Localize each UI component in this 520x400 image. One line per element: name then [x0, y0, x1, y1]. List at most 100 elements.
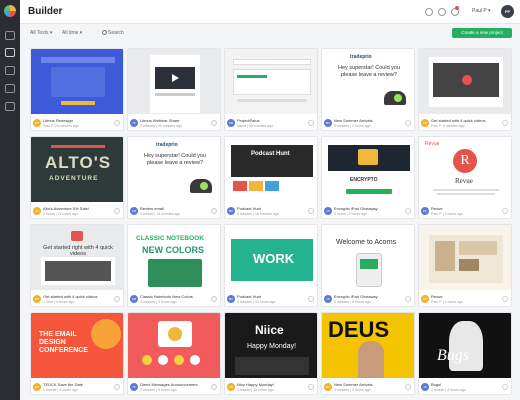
app-logo-icon[interactable]	[4, 5, 16, 17]
project-card[interactable]: tradeprio Hey superstar! Could you pleas…	[321, 48, 415, 131]
card-avatar: PP	[33, 295, 41, 303]
select-checkbox[interactable]	[211, 120, 217, 126]
filter-bar: All Tests ▾ All time ▾ Create a new proj…	[20, 24, 520, 42]
card-name: Nicy Happy Monday!	[237, 382, 274, 387]
select-checkbox[interactable]	[211, 296, 217, 302]
thumbnail	[419, 49, 511, 114]
select-checkbox[interactable]	[405, 120, 411, 126]
select-checkbox[interactable]	[114, 120, 120, 126]
tests-filter[interactable]: All Tests ▾	[30, 30, 52, 36]
card-avatar: MK	[227, 207, 235, 215]
project-card[interactable]: Get started right with 4 quick videos PP…	[30, 224, 124, 307]
select-checkbox[interactable]	[502, 384, 508, 390]
project-card[interactable]: Niice Happy Monday! AB Nicy Happy Monday!…	[224, 312, 318, 395]
thumbnail: Bugs	[419, 313, 511, 378]
card-name: Revue	[431, 206, 443, 211]
card-name: Encrypto iPad Giveaway	[334, 206, 378, 211]
project-card[interactable]: PP Revue Paul P. | 4 hours ago	[418, 224, 512, 307]
project-card[interactable]: DEUS MK New Summer Arrivals 4 minutes | 3 …	[321, 312, 415, 395]
select-checkbox[interactable]	[502, 120, 508, 126]
select-checkbox[interactable]	[405, 208, 411, 214]
thumbnail	[419, 225, 511, 290]
select-checkbox[interactable]	[502, 208, 508, 214]
select-checkbox[interactable]	[308, 208, 314, 214]
user-menu[interactable]: Paul P ▾	[472, 8, 491, 14]
project-card[interactable]: tradeprio Hey superstar! Could you pleas…	[127, 136, 221, 219]
select-checkbox[interactable]	[114, 208, 120, 214]
card-name: Alto's Adventure 5% Sale!	[43, 206, 89, 211]
card-time: 1 minute | 4 hours ago	[431, 388, 466, 392]
card-avatar: AB	[130, 295, 138, 303]
thumbnail: CLASSIC NOTEBOOK NEW COLORS	[128, 225, 220, 290]
project-card[interactable]: AB ProjectPalus Name | 60 minutes ago	[224, 48, 318, 131]
project-card[interactable]: Revue R Revue PP Revue Paul P. | 2 hours a…	[418, 136, 512, 219]
search-input[interactable]	[108, 28, 228, 37]
select-checkbox[interactable]	[211, 384, 217, 390]
time-filter[interactable]: All time ▾	[62, 30, 82, 36]
thumbnail: ALTO'S ADVENTURE	[31, 137, 123, 202]
select-checkbox[interactable]	[211, 208, 217, 214]
card-time: 4 minutes | 3 hours ago	[140, 300, 177, 304]
project-card[interactable]: Bugs JK Bugs! 1 minute | 4 hours ago	[418, 312, 512, 395]
card-name: Podcast Hunt	[237, 294, 262, 299]
thumbnail	[31, 49, 123, 114]
card-avatar: PP	[421, 295, 429, 303]
project-card[interactable]: JK Litmus Webinar Share 2 minutes | 20 min…	[127, 48, 221, 131]
select-checkbox[interactable]	[308, 296, 314, 302]
thumbnail: Welcome to Acorns	[322, 225, 414, 290]
create-project-button[interactable]: Create a new project	[452, 28, 512, 38]
avatar[interactable]: PP	[501, 5, 514, 18]
thumbnail	[128, 49, 220, 114]
user-icon[interactable]	[438, 8, 446, 16]
card-avatar: PP	[421, 207, 429, 215]
card-name: Revue	[431, 294, 443, 299]
project-card[interactable]: Podcast Hunt MK Podcast Hunt 4 minutes | 1…	[224, 136, 318, 219]
card-avatar: PP	[33, 383, 41, 391]
select-checkbox[interactable]	[308, 384, 314, 390]
project-card[interactable]: PP Get started with 4 quick videos Paul P.…	[418, 48, 512, 131]
project-card[interactable]: PP Litmus Redesign Paul P. 20 minutes ago	[30, 48, 124, 131]
card-time: 4 minutes | 2 hours ago	[334, 124, 371, 128]
card-avatar: MK	[227, 295, 235, 303]
card-name: Review email	[140, 206, 164, 211]
project-card[interactable]: CLASSIC NOTEBOOK NEW COLORS AB Classic No…	[127, 224, 221, 307]
project-card[interactable]: THE EMAIL DESIGN CONFERENCE PP TEDCK Save…	[30, 312, 124, 395]
select-checkbox[interactable]	[405, 296, 411, 302]
analytics-icon[interactable]	[5, 84, 15, 93]
card-name: ProjectPalus	[237, 118, 260, 123]
card-avatar: JK	[421, 383, 429, 391]
project-card[interactable]: ENCRYPTO JK Encrypto iPad Giveaway 4 hours…	[321, 136, 415, 219]
card-time: Paul P. 20 minutes ago	[43, 124, 79, 128]
chat-icon[interactable]	[5, 102, 15, 111]
project-card[interactable]: JK Direct Messages Announcement 2 minutes …	[127, 312, 221, 395]
thumbnail: Get started right with 4 quick videos	[31, 225, 123, 290]
thumbnail: Revue R Revue	[419, 137, 511, 202]
select-checkbox[interactable]	[308, 120, 314, 126]
project-card[interactable]: WORK MK Podcast Hunt 4 minutes | 15 hours …	[224, 224, 318, 307]
card-time: 4 hours | 2 hours ago	[334, 212, 368, 216]
sidebar	[0, 0, 20, 400]
settings-icon[interactable]	[425, 8, 433, 16]
card-avatar: MK	[324, 119, 332, 127]
card-name: Encrypto iPad Giveaway	[334, 294, 378, 299]
select-checkbox[interactable]	[114, 296, 120, 302]
card-avatar: AB	[227, 119, 235, 127]
thumbnail: tradeprio Hey superstar! Could you pleas…	[322, 49, 414, 114]
card-avatar: PP	[421, 119, 429, 127]
top-bar: Builder Paul P ▾ PP	[20, 0, 520, 24]
projects-icon[interactable]	[5, 48, 15, 57]
project-card[interactable]: Welcome to Acorns JK Encrypto iPad Giveaw…	[321, 224, 415, 307]
card-name: New Summer Arrivals	[334, 118, 373, 123]
card-time: Paul P. 4 minutes ago	[431, 124, 465, 128]
card-name: Direct Messages Announcement	[140, 382, 198, 387]
project-card[interactable]: ALTO'S ADVENTURE JK Alto's Adventure 5% S…	[30, 136, 124, 219]
preview-icon[interactable]	[5, 66, 15, 75]
select-checkbox[interactable]	[502, 296, 508, 302]
card-time: 1 minute | 15 hours ago	[237, 388, 274, 392]
builder-icon[interactable]	[5, 31, 15, 40]
card-avatar: JK	[33, 207, 41, 215]
page-title: Builder	[28, 6, 63, 17]
card-name: Litmus Redesign	[43, 118, 73, 123]
select-checkbox[interactable]	[114, 384, 120, 390]
select-checkbox[interactable]	[405, 384, 411, 390]
